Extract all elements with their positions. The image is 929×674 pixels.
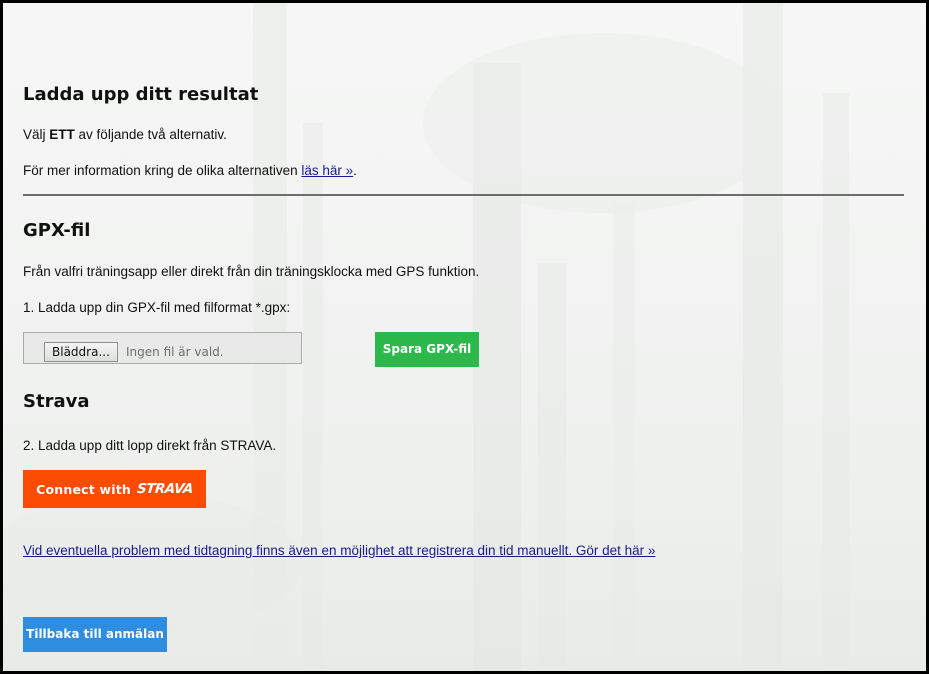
- back-to-registration-button[interactable]: Tillbaka till anmälan: [23, 617, 167, 652]
- connect-with-strava-button[interactable]: Connect with STRAVA: [23, 470, 206, 508]
- connect-with-label: Connect with: [36, 481, 132, 497]
- manual-registration-link[interactable]: Vid eventuella problem med tidtagning fi…: [23, 543, 655, 558]
- gpx-description: Från valfri träningsapp eller direkt frå…: [23, 264, 480, 279]
- info-suffix: .: [353, 163, 357, 178]
- info-prefix: För mer information kring de olika alter…: [23, 163, 298, 178]
- strava-heading: Strava: [23, 391, 90, 412]
- gpx-step-instruction: 1. Ladda upp din GPX-fil med filformat *…: [23, 300, 291, 315]
- page-title: Ladda upp ditt resultat: [23, 84, 259, 105]
- manual-registration-text: Vid eventuella problem med tidtagning fi…: [23, 542, 655, 560]
- gpx-heading: GPX-fil: [23, 220, 91, 241]
- choose-instruction: Välj ETT av följande två alternativ.: [23, 126, 227, 144]
- info-text: För mer information kring de olika alter…: [23, 162, 357, 180]
- page-frame: Ladda upp ditt resultat Välj ETT av följ…: [0, 0, 929, 674]
- strava-logo: STRAVA: [136, 481, 194, 497]
- gpx-file-input[interactable]: Bläddra... Ingen fil är vald.: [23, 332, 302, 364]
- browse-button[interactable]: Bläddra...: [44, 342, 118, 362]
- strava-step-instruction: 2. Ladda upp ditt lopp direkt från STRAV…: [23, 438, 277, 453]
- choose-suffix: av följande två alternativ.: [78, 127, 227, 142]
- section-divider: [23, 194, 904, 196]
- choose-emphasis: ETT: [49, 127, 75, 142]
- choose-prefix: Välj: [23, 127, 46, 142]
- save-gpx-button[interactable]: Spara GPX-fil: [375, 332, 479, 367]
- no-file-selected-text: Ingen fil är vald.: [126, 345, 224, 359]
- read-more-link[interactable]: läs här »: [301, 163, 353, 178]
